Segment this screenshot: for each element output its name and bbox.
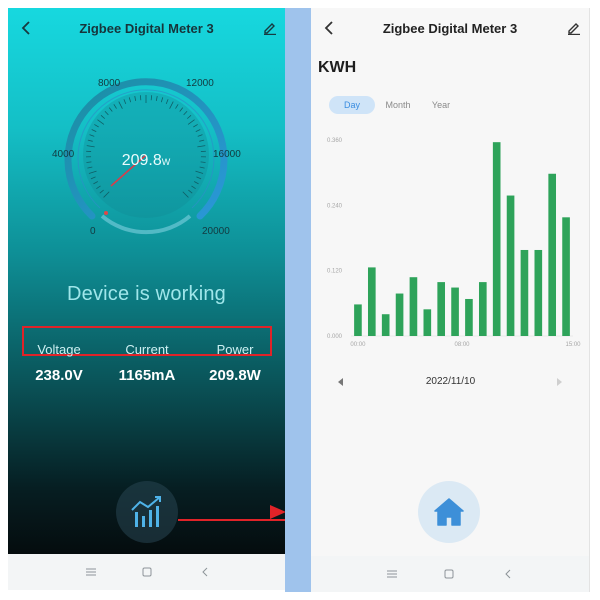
- device-screen-background: Zigbee Digital Meter 3 8000 12000 4000 1…: [8, 8, 285, 554]
- device-status-text: Device is working: [66, 283, 226, 305]
- gauge-reading: 209.8W: [56, 152, 236, 170]
- device-detail-screen: Zigbee Digital Meter 3 8000 12000 4000 1…: [8, 8, 285, 590]
- chart-bar[interactable]: [534, 249, 543, 336]
- chart-bar[interactable]: [354, 304, 362, 336]
- power-value: 209.8W: [209, 367, 261, 384]
- chart-bar[interactable]: [381, 314, 390, 336]
- energy-statistics-screen: Zigbee Digital Meter 3 KWH Day Month Yea…: [311, 8, 590, 592]
- chart-bar[interactable]: [395, 293, 404, 336]
- gauge-tick-label: 0: [90, 226, 96, 237]
- y-tick-label: 0.120: [327, 269, 343, 275]
- tab-day[interactable]: Day: [329, 96, 375, 114]
- top-nav-bar: Zigbee Digital Meter 3: [8, 8, 285, 48]
- chart-bar[interactable]: [423, 309, 432, 336]
- x-tick-label: 08:00: [454, 342, 470, 348]
- gauge-tick-label: 8000: [98, 78, 121, 89]
- chart-bar[interactable]: [437, 282, 446, 336]
- y-tick-label: 0.240: [327, 203, 343, 209]
- page-title: Zigbee Digital Meter 3: [79, 21, 214, 36]
- menu-icon[interactable]: [82, 563, 100, 581]
- kwh-bar-chart: 0.000 0.120 0.240 0.360 00:00 08:00 15:00: [327, 138, 581, 348]
- voltage-value: 238.0V: [35, 367, 83, 384]
- home-button[interactable]: [418, 481, 480, 543]
- voltage-label: Voltage: [37, 342, 81, 357]
- selected-date: 2022/11/10: [425, 376, 476, 387]
- page-title: Zigbee Digital Meter 3: [382, 21, 518, 36]
- edit-icon[interactable]: [260, 18, 280, 38]
- x-tick-label: 15:00: [565, 342, 581, 348]
- square-icon[interactable]: [440, 565, 458, 583]
- chart-bar[interactable]: [506, 195, 515, 336]
- gauge-tick-label: 12000: [186, 78, 214, 89]
- unit-heading: KWH: [318, 59, 357, 76]
- next-date-icon[interactable]: [551, 374, 567, 390]
- date-navigator: 2022/11/10: [311, 372, 589, 392]
- y-tick-label: 0.000: [327, 334, 343, 340]
- bar-chart-trend-icon: [131, 496, 161, 527]
- tab-year[interactable]: Year: [425, 96, 457, 114]
- annotation-arrow-head: [270, 505, 286, 519]
- gauge-reading-value: 209.8: [121, 152, 162, 169]
- current-value: 1165mA: [118, 367, 176, 384]
- chart-bar[interactable]: [451, 287, 459, 336]
- chart-bar[interactable]: [409, 277, 418, 336]
- tab-month[interactable]: Month: [379, 96, 417, 114]
- home-icon: [434, 498, 464, 526]
- chart-bar[interactable]: [367, 267, 376, 336]
- back-triangle-icon[interactable]: [499, 565, 517, 583]
- divider-strip: [285, 8, 311, 592]
- square-icon[interactable]: [138, 563, 156, 581]
- system-navigation-bar: [311, 556, 589, 592]
- x-tick-label: 00:00: [350, 342, 366, 348]
- chart-bar[interactable]: [520, 249, 529, 336]
- statistics-button[interactable]: [116, 481, 178, 543]
- system-navigation-bar: [8, 554, 285, 590]
- chart-bar[interactable]: [465, 298, 473, 336]
- chart-bar[interactable]: [562, 217, 570, 336]
- edit-icon[interactable]: [564, 18, 584, 38]
- annotation-arrow: [178, 519, 285, 521]
- chart-bar[interactable]: [478, 282, 487, 336]
- menu-icon[interactable]: [383, 565, 401, 583]
- chart-bar[interactable]: [492, 142, 501, 336]
- screenshot-stage: Zigbee Digital Meter 3 8000 12000 4000 1…: [0, 0, 600, 600]
- y-tick-label: 0.360: [327, 138, 343, 144]
- back-triangle-icon[interactable]: [196, 563, 214, 581]
- gauge-reading-unit: W: [161, 157, 171, 167]
- power-label: Power: [216, 342, 254, 357]
- current-label: Current: [125, 342, 169, 357]
- gauge-tick-label: 20000: [202, 226, 230, 237]
- chart-bar[interactable]: [548, 173, 557, 336]
- power-gauge: 8000 12000 4000 16000 0 20000 209.8W: [52, 68, 241, 243]
